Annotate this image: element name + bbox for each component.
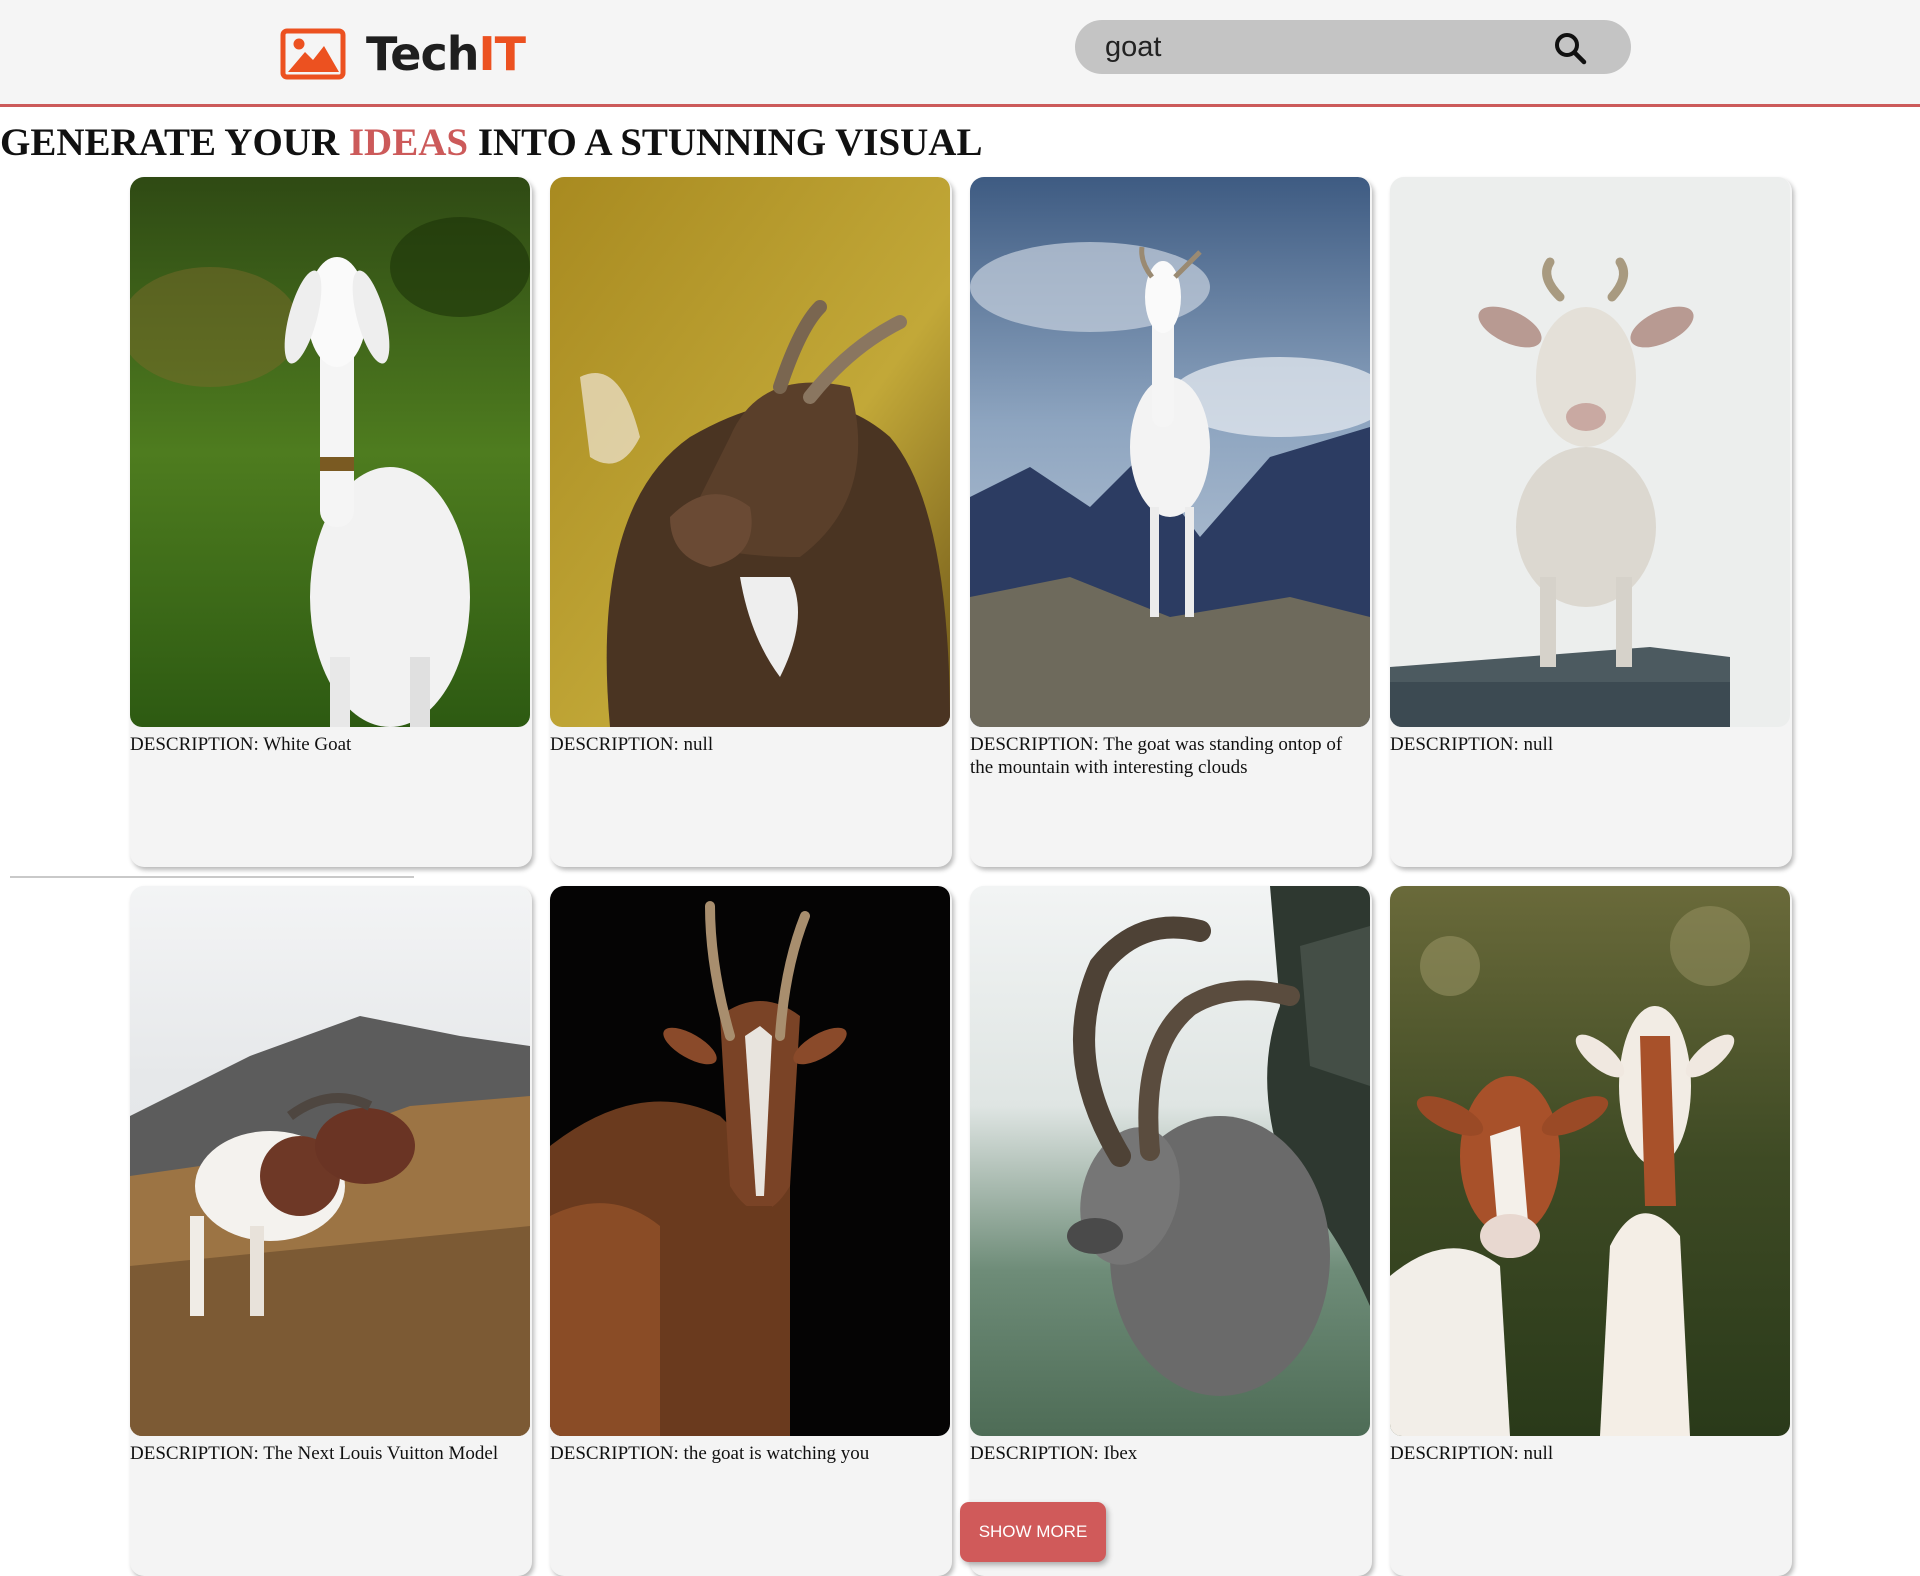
goat-photo[interactable]: [970, 177, 1370, 727]
goat-photo[interactable]: [130, 177, 530, 727]
description-prefix: DESCRIPTION:: [550, 734, 684, 755]
description-text: null: [1523, 734, 1554, 755]
description-prefix: DESCRIPTION:: [550, 1443, 684, 1464]
description-text: White Goat: [263, 734, 352, 755]
page-title-accent: IDEAS: [348, 121, 469, 164]
card-description: DESCRIPTION: the goat is watching you: [550, 1442, 946, 1465]
goat-photo[interactable]: [970, 886, 1370, 1436]
description-prefix: DESCRIPTION:: [970, 734, 1104, 755]
image-card: DESCRIPTION: White Goat: [130, 177, 532, 867]
image-card: DESCRIPTION: null: [1390, 177, 1792, 867]
logo-text-main: Tech: [366, 27, 479, 81]
card-description: DESCRIPTION: The goat was standing ontop…: [970, 733, 1366, 779]
logo-text-accent: IT: [478, 27, 525, 81]
image-icon: [280, 28, 346, 80]
card-description: DESCRIPTION: null: [1390, 733, 1786, 756]
description-prefix: DESCRIPTION:: [1390, 734, 1524, 755]
image-card: DESCRIPTION: null: [1390, 886, 1792, 1576]
goat-photo[interactable]: [130, 886, 530, 1436]
goat-photo[interactable]: [550, 177, 950, 727]
page-title-part1: GENERATE YOUR: [0, 121, 349, 164]
divider: [10, 876, 414, 878]
card-description: DESCRIPTION: null: [1390, 1442, 1786, 1465]
page-title-part2: INTO A STUNNING VISUAL: [468, 121, 983, 164]
description-text: the goat is watching you: [683, 1443, 870, 1464]
description-text: null: [683, 734, 714, 755]
image-card: DESCRIPTION: Ibex: [970, 886, 1372, 1576]
image-card: DESCRIPTION: the goat is watching you: [550, 886, 952, 1576]
card-description: DESCRIPTION: White Goat: [130, 733, 526, 756]
top-header: TechIT: [0, 0, 1920, 107]
card-description: DESCRIPTION: Ibex: [970, 1442, 1366, 1465]
description-text: Ibex: [1103, 1443, 1138, 1464]
logo[interactable]: TechIT: [280, 24, 526, 84]
logo-text: TechIT: [366, 24, 526, 84]
image-card: DESCRIPTION: null: [550, 177, 952, 867]
image-card: DESCRIPTION: The Next Louis Vuitton Mode…: [130, 886, 532, 1576]
image-card: DESCRIPTION: The goat was standing ontop…: [970, 177, 1372, 867]
goat-photo[interactable]: [1390, 177, 1790, 727]
description-text: null: [1523, 1443, 1554, 1464]
description-prefix: DESCRIPTION:: [1390, 1443, 1524, 1464]
page-title: GENERATE YOUR IDEAS INTO A STUNNING VISU…: [0, 120, 982, 166]
show-more-button[interactable]: SHOW MORE: [960, 1502, 1106, 1562]
goat-photo[interactable]: [1390, 886, 1790, 1436]
description-text: The Next Louis Vuitton Model: [263, 1443, 499, 1464]
description-prefix: DESCRIPTION:: [130, 1443, 264, 1464]
description-prefix: DESCRIPTION:: [970, 1443, 1104, 1464]
description-prefix: DESCRIPTION:: [130, 734, 264, 755]
search-icon[interactable]: [1553, 31, 1587, 65]
card-description: DESCRIPTION: null: [550, 733, 946, 756]
card-description: DESCRIPTION: The Next Louis Vuitton Mode…: [130, 1442, 526, 1465]
search-input[interactable]: [1105, 27, 1545, 67]
goat-photo[interactable]: [550, 886, 950, 1436]
search-bar: [1075, 20, 1631, 74]
